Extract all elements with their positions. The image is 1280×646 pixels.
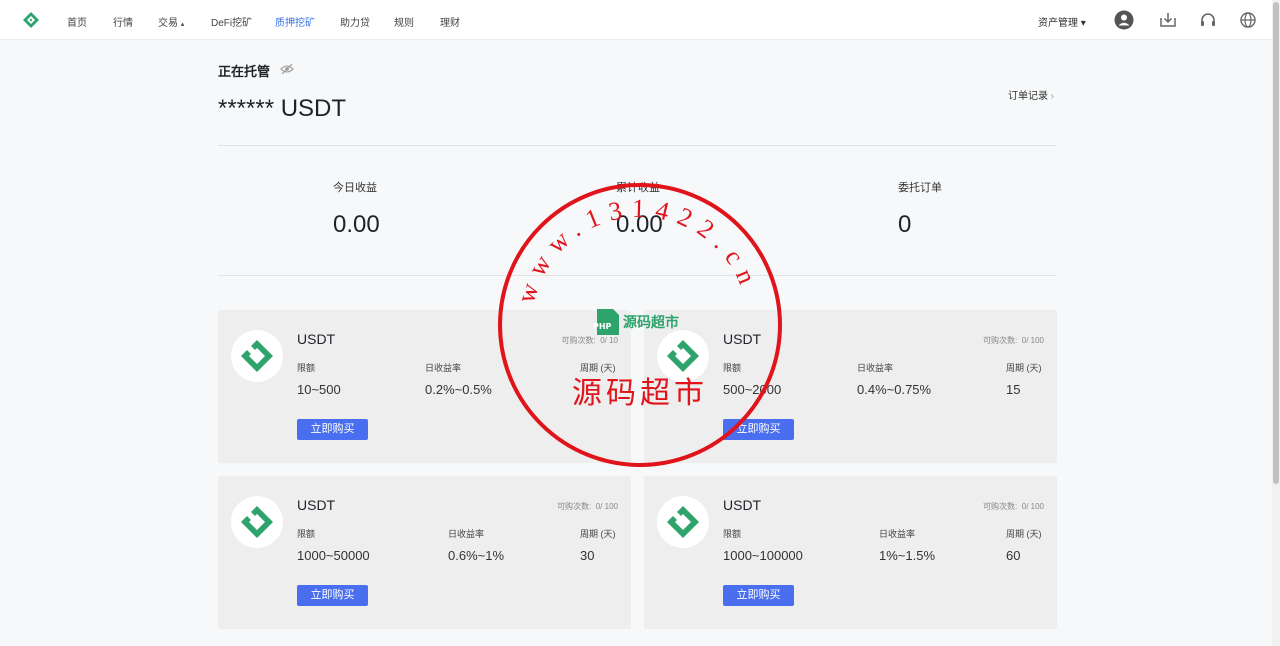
purchase-limit: 可购次数: 0/ 100: [983, 501, 1044, 512]
period-value: 15: [1006, 382, 1021, 397]
download-icon[interactable]: [1158, 10, 1178, 30]
nav-item-rules[interactable]: 规则: [394, 14, 414, 29]
rate-value: 1%~1.5%: [879, 548, 936, 563]
nav-item-loan[interactable]: 助力贷: [340, 14, 370, 29]
limit-label: 限额: [297, 529, 316, 539]
limit-label: 限额: [297, 363, 316, 373]
order-record-link[interactable]: 订单记录 ›: [1008, 87, 1054, 102]
stat-label-today: 今日收益: [333, 182, 377, 194]
product-card: USDT 可购次数: 0/ 100 限额 日收益率 周期 (天) 1000~10…: [644, 476, 1057, 629]
rate-label: 日收益率: [448, 529, 485, 539]
period-label: 周期 (天): [1006, 363, 1042, 373]
eye-hidden-icon[interactable]: [280, 63, 294, 75]
limit-value: 10~500: [297, 382, 341, 397]
purchase-limit-label: 可购次数:: [557, 502, 592, 511]
usdt-logo: [657, 496, 709, 548]
rate-value: 0.2%~0.5%: [425, 382, 492, 397]
stamp-ring-text: www.131422.cn: [511, 194, 765, 307]
nav-item-trade-label: 交易: [158, 18, 178, 29]
logo-icon[interactable]: [22, 11, 40, 29]
usdt-logo: [231, 496, 283, 548]
purchase-limit: 可购次数: 0/ 100: [557, 501, 618, 512]
stamp-center-text: 源码超市: [572, 376, 708, 411]
limit-label: 限额: [723, 529, 742, 539]
product-name: USDT: [297, 497, 336, 513]
scrollbar[interactable]: [1272, 0, 1280, 646]
period-label: 周期 (天): [1006, 529, 1042, 539]
limit-value: 1000~100000: [723, 548, 803, 563]
order-record-label: 订单记录: [1008, 91, 1048, 102]
asset-management-menu[interactable]: 资产管理 ▾: [1038, 14, 1086, 29]
stat-value-today: 0.00: [333, 211, 380, 238]
rate-label: 日收益率: [857, 363, 894, 373]
stat-value-orders: 0: [898, 211, 912, 238]
rate-label: 日收益率: [879, 529, 916, 539]
period-label: 周期 (天): [580, 529, 616, 539]
php-label: PHP: [593, 322, 612, 331]
purchase-limit: 可购次数: 0/ 100: [983, 335, 1044, 346]
user-icon[interactable]: [1114, 10, 1134, 30]
purchase-limit-label: 可购次数:: [983, 336, 1018, 345]
limit-value: 1000~50000: [297, 548, 370, 563]
nav-item-finance[interactable]: 理财: [440, 14, 460, 29]
caret-up-icon: ▴: [180, 21, 185, 28]
buy-now-button[interactable]: 立即购买: [297, 419, 368, 440]
period-value: 60: [1006, 548, 1021, 563]
usdt-logo: [231, 330, 283, 382]
rate-value: 0.6%~1%: [448, 548, 505, 563]
stat-label-orders: 委托订单: [898, 182, 942, 194]
watermark-badge: PHP 源码超市: [593, 309, 679, 335]
product-name: USDT: [723, 497, 762, 513]
brand-diamond-icon: [667, 506, 699, 538]
purchase-limit-value: 0/ 100: [1021, 502, 1044, 511]
hosting-title: 正在托管: [218, 64, 271, 79]
nav-item-home[interactable]: 首页: [67, 14, 87, 29]
headset-icon[interactable]: [1198, 10, 1218, 30]
rate-label: 日收益率: [425, 363, 462, 373]
hosting-balance: ****** USDT: [218, 95, 347, 122]
nav-item-staking[interactable]: 质押挖矿: [275, 14, 315, 29]
nav-item-trade[interactable]: 交易 ▴: [158, 14, 184, 29]
period-value: 30: [580, 548, 595, 563]
nav-item-market[interactable]: 行情: [113, 14, 133, 29]
chevron-right-icon: ›: [1050, 91, 1055, 102]
brand-diamond-icon: [241, 340, 273, 372]
caret-down-icon: ▾: [1080, 18, 1086, 29]
divider: [218, 145, 1057, 146]
scrollbar-thumb[interactable]: [1273, 2, 1279, 484]
product-card: USDT 可购次数: 0/ 100 限额 日收益率 周期 (天) 1000~50…: [218, 476, 631, 629]
rate-value: 0.4%~0.75%: [857, 382, 932, 397]
nav-item-defi[interactable]: DeFi挖矿: [211, 14, 252, 29]
buy-now-button[interactable]: 立即购买: [723, 585, 794, 606]
globe-icon[interactable]: [1238, 10, 1258, 30]
buy-now-button[interactable]: 立即购买: [297, 585, 368, 606]
purchase-limit-label: 可购次数:: [983, 502, 1018, 511]
purchase-limit-value: 0/ 100: [595, 502, 618, 511]
brand-diamond-icon: [241, 506, 273, 538]
top-nav: 首页 行情 交易 ▴ DeFi挖矿 质押挖矿 助力贷 规则 理财 资产管理 ▾: [0, 0, 1272, 40]
purchase-limit-value: 0/ 100: [1021, 336, 1044, 345]
asset-management-label: 资产管理: [1038, 18, 1078, 29]
product-name: USDT: [297, 331, 336, 347]
badge-text: 源码超市: [623, 314, 679, 331]
